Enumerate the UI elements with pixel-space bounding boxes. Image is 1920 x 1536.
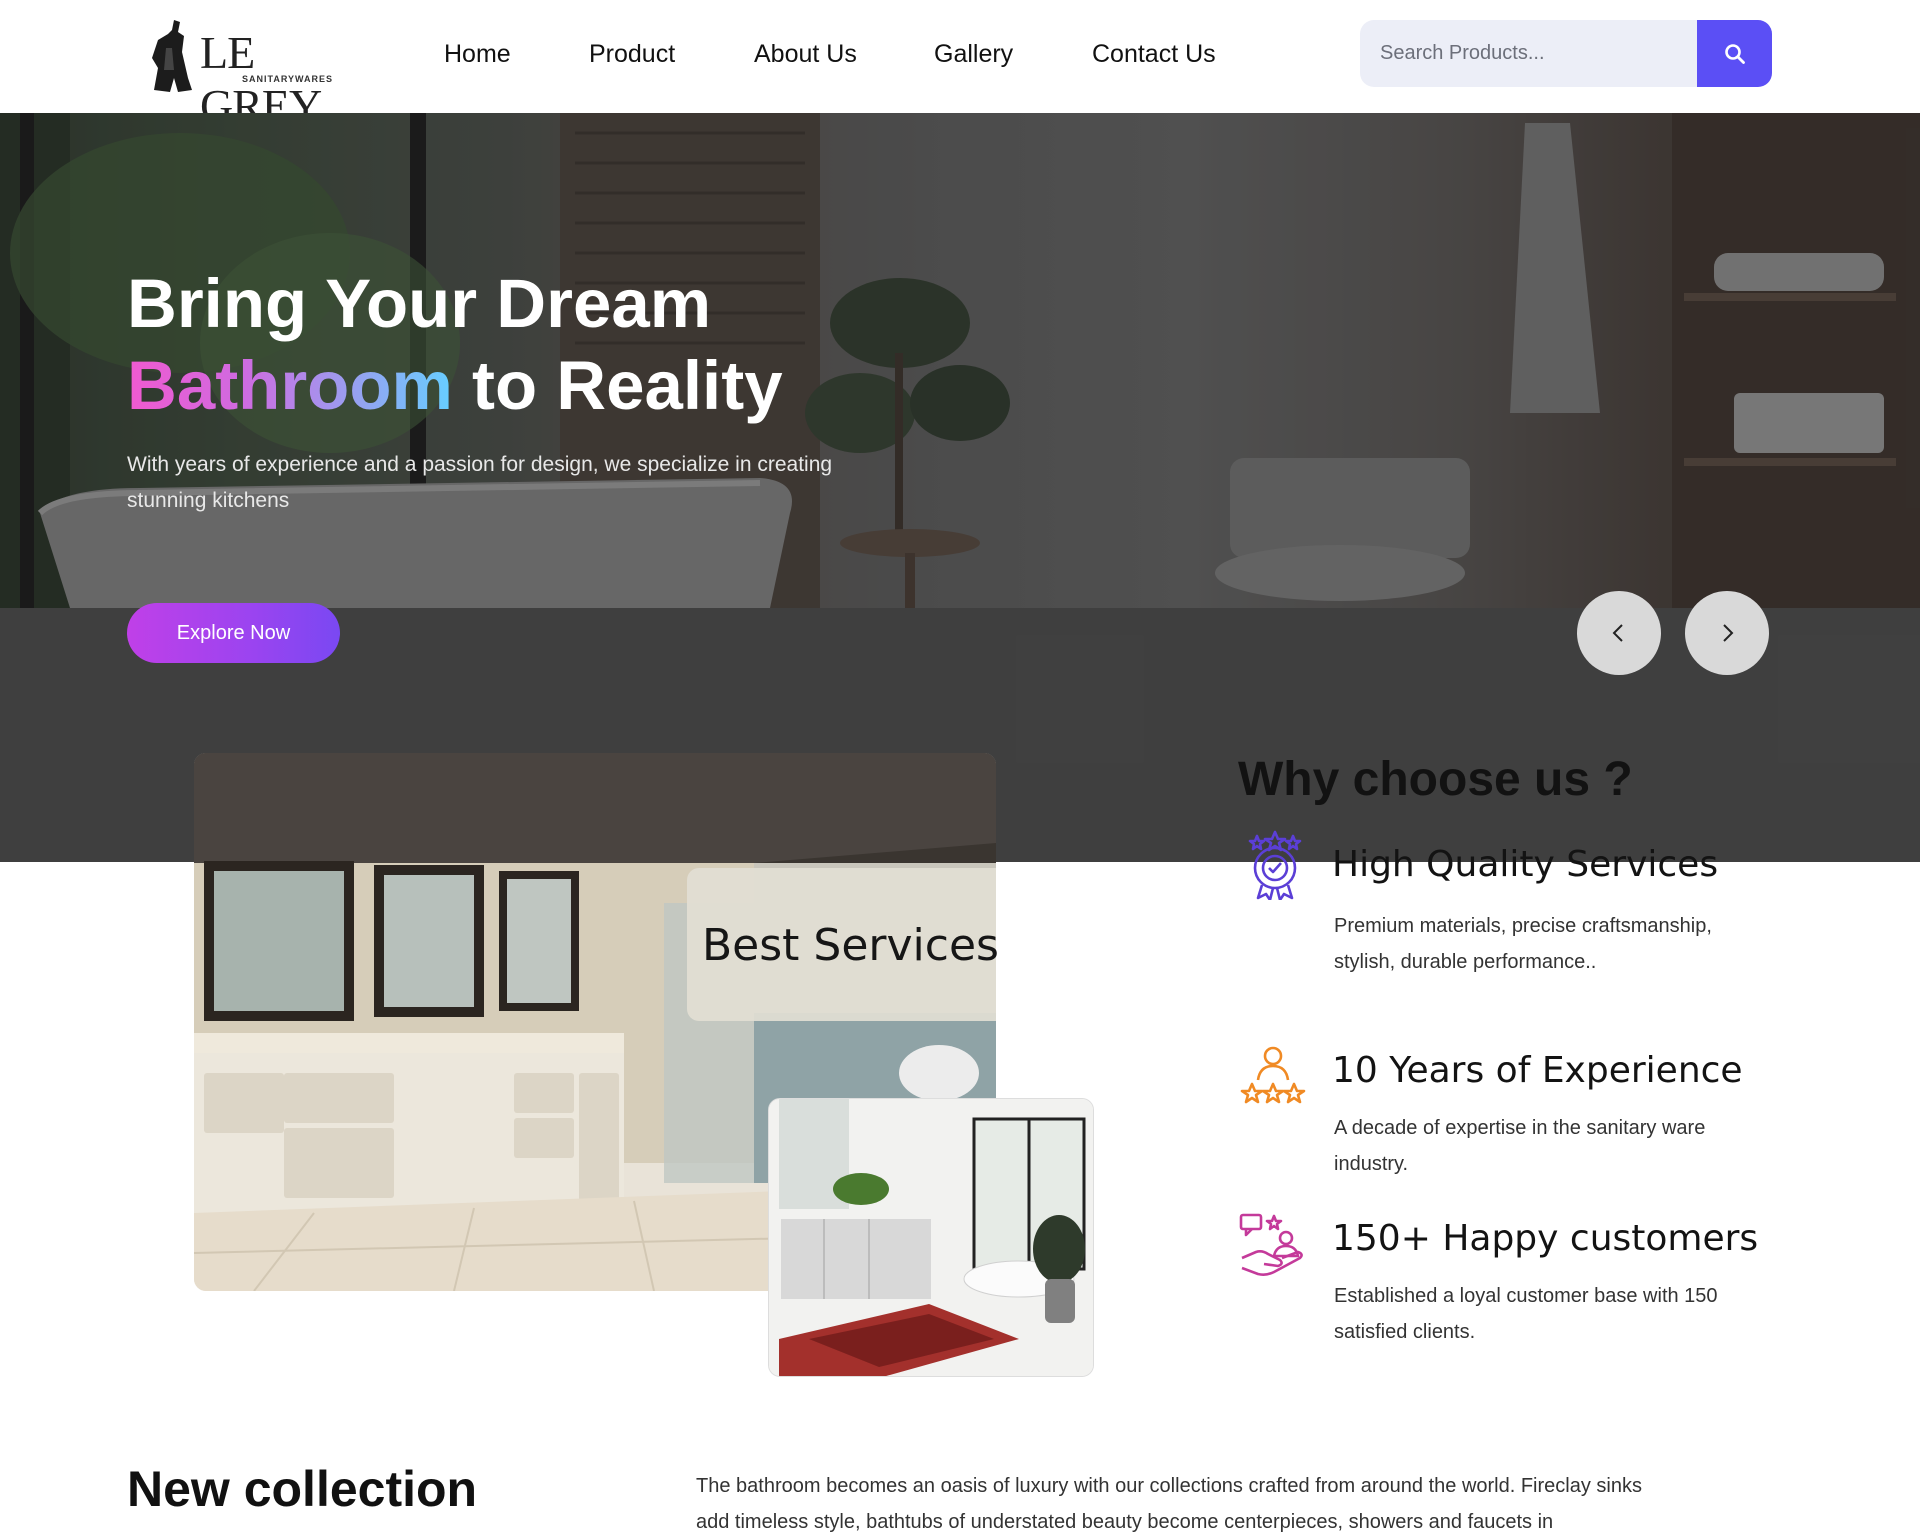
- happy-customers-icon: [1239, 1213, 1303, 1276]
- hero-section: Bring Your Dream Bathroom to Reality Wit…: [0, 113, 1920, 862]
- chevron-right-icon: [1723, 624, 1734, 642]
- bathroom-interior-image: [768, 1098, 1094, 1377]
- slider-prev-button[interactable]: [1577, 591, 1661, 675]
- search-bar: [1360, 20, 1772, 87]
- nav-item-product[interactable]: Product: [589, 40, 675, 69]
- hero-title-highlight: Bathroom: [127, 347, 453, 424]
- site-header: LE GREY SANITARYWARES Home Product About…: [0, 0, 1920, 131]
- search-input[interactable]: [1360, 20, 1697, 87]
- brand-tagline: SANITARYWARES: [242, 74, 334, 84]
- new-collection-text: The bathroom becomes an oasis of luxury …: [696, 1475, 1642, 1533]
- feature-title-experience: 10 Years of Experience: [1332, 1050, 1743, 1091]
- nav-item-contact-us[interactable]: Contact Us: [1092, 40, 1216, 69]
- hero-title: Bring Your Dream Bathroom to Reality: [127, 263, 783, 427]
- brand-logo[interactable]: LE GREY SANITARYWARES: [140, 16, 350, 131]
- why-title: Why choose us ?: [1238, 753, 1633, 806]
- award-medal-icon: [1248, 830, 1302, 900]
- search-icon: [1724, 43, 1745, 64]
- best-services-label: Best Services: [702, 920, 999, 971]
- feature-title-quality: High Quality Services: [1332, 844, 1719, 885]
- experience-stars-icon: [1240, 1046, 1306, 1104]
- hero-title-line1: Bring Your Dream: [127, 265, 712, 342]
- explore-now-button[interactable]: Explore Now: [127, 603, 340, 663]
- interior-scene-illustration: [769, 1099, 1093, 1376]
- nav-item-gallery[interactable]: Gallery: [934, 40, 1013, 69]
- feature-desc-quality: Premium materials, precise craftsmanship…: [1334, 915, 1712, 973]
- chevron-left-icon: [1612, 624, 1623, 642]
- logo-figure-icon: [152, 20, 192, 92]
- nav-item-about-us[interactable]: About Us: [754, 40, 857, 69]
- nav-item-home[interactable]: Home: [444, 40, 511, 69]
- slider-next-button[interactable]: [1685, 591, 1769, 675]
- best-services-card: Best Services: [687, 868, 999, 1021]
- feature-title-customers: 150+ Happy customers: [1332, 1218, 1759, 1259]
- hero-subtitle: With years of experience and a passion f…: [127, 453, 833, 512]
- hero-title-rest: to Reality: [452, 347, 783, 424]
- search-button[interactable]: [1697, 20, 1772, 87]
- feature-desc-customers: Established a loyal customer base with 1…: [1334, 1285, 1718, 1343]
- feature-desc-experience: A decade of expertise in the sanitary wa…: [1334, 1117, 1706, 1175]
- new-collection-title: New collection: [127, 1461, 478, 1517]
